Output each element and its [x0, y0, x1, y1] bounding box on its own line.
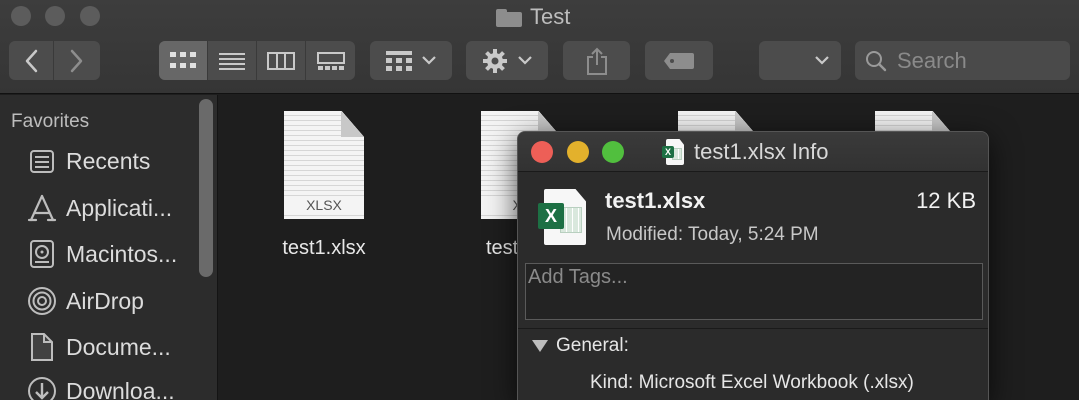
- search-icon: [866, 50, 887, 71]
- sidebar-item-label: AirDrop: [66, 287, 144, 314]
- finder-toolbar: Test: [0, 0, 1079, 94]
- gear-icon: [483, 48, 507, 73]
- file-name: test1.xlsx: [282, 237, 366, 259]
- info-close-button[interactable]: [531, 141, 553, 163]
- chevron-down-icon: [815, 56, 829, 65]
- navigation-buttons: [9, 41, 100, 80]
- window-title-text: Test: [530, 4, 571, 29]
- group-by-icon: [386, 50, 412, 71]
- tag-icon: [664, 52, 694, 69]
- info-header: X test1.xlsx 12 KB Modified: Today, 5:24…: [518, 172, 988, 261]
- section-label: General:: [556, 335, 629, 356]
- sidebar-item-label: Recents: [66, 147, 151, 174]
- info-minimize-button[interactable]: [567, 141, 589, 163]
- info-title: X test1.xlsx Info: [662, 139, 829, 165]
- sidebar-item-label: Downloa...: [66, 377, 175, 400]
- list-view-button[interactable]: [208, 41, 257, 80]
- info-zoom-button[interactable]: [602, 141, 624, 163]
- info-modified-date: Modified: Today, 5:24 PM: [606, 224, 819, 245]
- folder-icon: [496, 7, 522, 27]
- excel-file-icon: X: [662, 139, 684, 165]
- column-view-button[interactable]: [257, 41, 306, 80]
- chevron-down-icon: [422, 56, 436, 65]
- sidebar-item-applications[interactable]: Applicati...: [26, 190, 172, 226]
- sidebar-item-documents[interactable]: Docume...: [26, 329, 171, 365]
- sidebar-item-macintosh-hd[interactable]: Macintos...: [26, 236, 177, 272]
- search-field[interactable]: [855, 41, 1070, 80]
- gallery-view-button[interactable]: [306, 41, 355, 80]
- share-button[interactable]: [563, 41, 630, 80]
- chevron-down-icon: [518, 56, 532, 65]
- documents-icon: [26, 331, 58, 363]
- list-view-icon: [219, 52, 245, 70]
- icon-view-button[interactable]: [159, 41, 208, 80]
- back-button[interactable]: [9, 41, 54, 80]
- sidebar: Favorites Recents Applicati... Macintos.…: [0, 95, 218, 400]
- sidebar-scrollbar[interactable]: [199, 99, 213, 277]
- spreadsheet-file-icon: XLSX: [284, 111, 364, 219]
- hard-disk-icon: [26, 238, 58, 270]
- file-item[interactable]: XLSX test1.xlsx: [249, 111, 399, 260]
- disclosure-triangle-icon: [532, 340, 548, 352]
- chevron-right-icon: [70, 49, 83, 72]
- info-file-name: test1.xlsx: [605, 188, 706, 213]
- excel-file-icon: X: [538, 189, 586, 247]
- general-section-toggle[interactable]: General:: [532, 335, 629, 357]
- sidebar-item-label: Applicati...: [66, 194, 173, 221]
- close-window-button[interactable]: [11, 6, 31, 26]
- forward-button[interactable]: [54, 41, 100, 80]
- add-tags-field[interactable]: [525, 263, 983, 320]
- gallery-view-icon: [316, 51, 345, 70]
- divider: [518, 328, 988, 329]
- view-mode-selector: [159, 41, 355, 80]
- search-input[interactable]: [897, 47, 1057, 74]
- info-title-text: test1.xlsx Info: [694, 139, 829, 164]
- path-dropdown[interactable]: [759, 41, 841, 80]
- tags-button[interactable]: [645, 41, 713, 80]
- window-title: Test: [496, 4, 570, 30]
- group-by-button[interactable]: [370, 41, 452, 80]
- file-extension: XLSX: [284, 197, 364, 213]
- sidebar-heading: Favorites: [11, 111, 90, 132]
- get-info-panel: X test1.xlsx Info X test1.xlsx 12 KB Mod…: [517, 131, 989, 400]
- file-kind: Kind: Microsoft Excel Workbook (.xlsx): [590, 372, 914, 393]
- minimize-window-button[interactable]: [45, 6, 65, 26]
- sidebar-item-downloads[interactable]: Downloa...: [26, 373, 175, 400]
- action-button[interactable]: [466, 41, 548, 80]
- column-view-icon: [267, 51, 295, 70]
- applications-icon: [26, 192, 58, 224]
- sidebar-item-recents[interactable]: Recents: [26, 143, 150, 179]
- airdrop-icon: [26, 285, 58, 317]
- sidebar-item-airdrop[interactable]: AirDrop: [26, 283, 144, 319]
- sidebar-item-label: Macintos...: [66, 240, 178, 267]
- downloads-icon: [26, 375, 58, 400]
- sidebar-item-label: Docume...: [66, 333, 171, 360]
- zoom-window-button[interactable]: [80, 6, 100, 26]
- info-file-size: 12 KB: [916, 188, 976, 213]
- info-titlebar: X test1.xlsx Info: [518, 132, 988, 172]
- recents-icon: [26, 145, 58, 177]
- icon-view-icon: [170, 51, 196, 68]
- chevron-left-icon: [25, 49, 38, 72]
- share-icon: [586, 47, 607, 75]
